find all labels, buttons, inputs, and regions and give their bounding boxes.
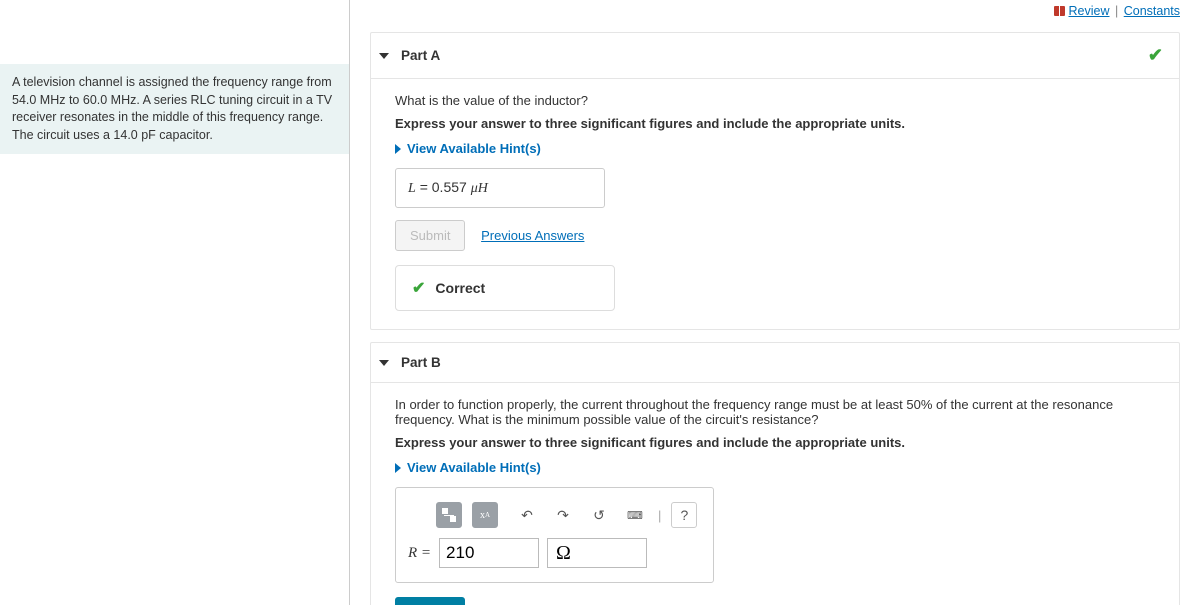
part-b-question: In order to function properly, the curre… bbox=[395, 397, 1155, 427]
keyboard-icon[interactable]: ⌨ bbox=[622, 502, 648, 528]
part-a-question: What is the value of the inductor? bbox=[395, 93, 1155, 108]
lhs: R = bbox=[408, 545, 431, 562]
separator: | bbox=[658, 508, 661, 523]
caret-down-icon bbox=[379, 53, 389, 59]
triangle-right-icon bbox=[395, 144, 401, 154]
part-a-hints-toggle[interactable]: View Available Hint(s) bbox=[395, 141, 1155, 156]
unit-input[interactable] bbox=[547, 538, 647, 568]
constants-link[interactable]: Constants bbox=[1124, 4, 1180, 18]
equals: = bbox=[420, 179, 428, 195]
part-a-title: Part A bbox=[401, 48, 440, 63]
undo-icon[interactable]: ↶ bbox=[514, 502, 540, 528]
part-b-hints-toggle[interactable]: View Available Hint(s) bbox=[395, 460, 1155, 475]
unit: μH bbox=[471, 181, 488, 196]
review-link[interactable]: Review bbox=[1069, 4, 1110, 18]
lhs: L bbox=[408, 181, 416, 196]
subscript-tool-icon[interactable]: xA bbox=[472, 502, 498, 528]
hints-label: View Available Hint(s) bbox=[407, 460, 541, 475]
caret-down-icon bbox=[379, 360, 389, 366]
check-icon: ✔ bbox=[412, 278, 425, 298]
part-a-answer: L = 0.557 μH bbox=[395, 168, 605, 208]
part-b: Part B In order to function properly, th… bbox=[370, 342, 1180, 605]
part-b-header[interactable]: Part B bbox=[371, 343, 1179, 382]
equation-toolbar: xA ↶ ↷ ↺ ⌨ | ? bbox=[408, 498, 701, 538]
help-button[interactable]: ? bbox=[671, 502, 697, 528]
part-b-title: Part B bbox=[401, 355, 441, 370]
template-tool-icon[interactable] bbox=[436, 502, 462, 528]
part-a-header[interactable]: Part A ✔ bbox=[371, 33, 1179, 78]
reset-icon[interactable]: ↺ bbox=[586, 502, 612, 528]
redo-icon[interactable]: ↷ bbox=[550, 502, 576, 528]
part-a-submit-button: Submit bbox=[395, 220, 465, 251]
book-icon bbox=[1054, 6, 1065, 16]
hints-label: View Available Hint(s) bbox=[407, 141, 541, 156]
check-icon: ✔ bbox=[1148, 45, 1163, 66]
value: 0.557 bbox=[432, 179, 467, 195]
top-links: Review | Constants bbox=[370, 0, 1180, 20]
part-a: Part A ✔ What is the value of the induct… bbox=[370, 32, 1180, 330]
feedback-text: Correct bbox=[435, 280, 485, 296]
separator: | bbox=[1115, 4, 1118, 18]
part-a-previous-answers-link[interactable]: Previous Answers bbox=[481, 228, 584, 243]
part-b-instruction: Express your answer to three significant… bbox=[395, 435, 1155, 450]
part-b-submit-button[interactable]: Submit bbox=[395, 597, 465, 605]
part-b-input-widget: xA ↶ ↷ ↺ ⌨ | ? R = bbox=[395, 487, 714, 583]
part-a-feedback: ✔ Correct bbox=[395, 265, 615, 311]
triangle-right-icon bbox=[395, 463, 401, 473]
value-input[interactable] bbox=[439, 538, 539, 568]
part-a-instruction: Express your answer to three significant… bbox=[395, 116, 1155, 131]
problem-statement: A television channel is assigned the fre… bbox=[0, 64, 349, 154]
